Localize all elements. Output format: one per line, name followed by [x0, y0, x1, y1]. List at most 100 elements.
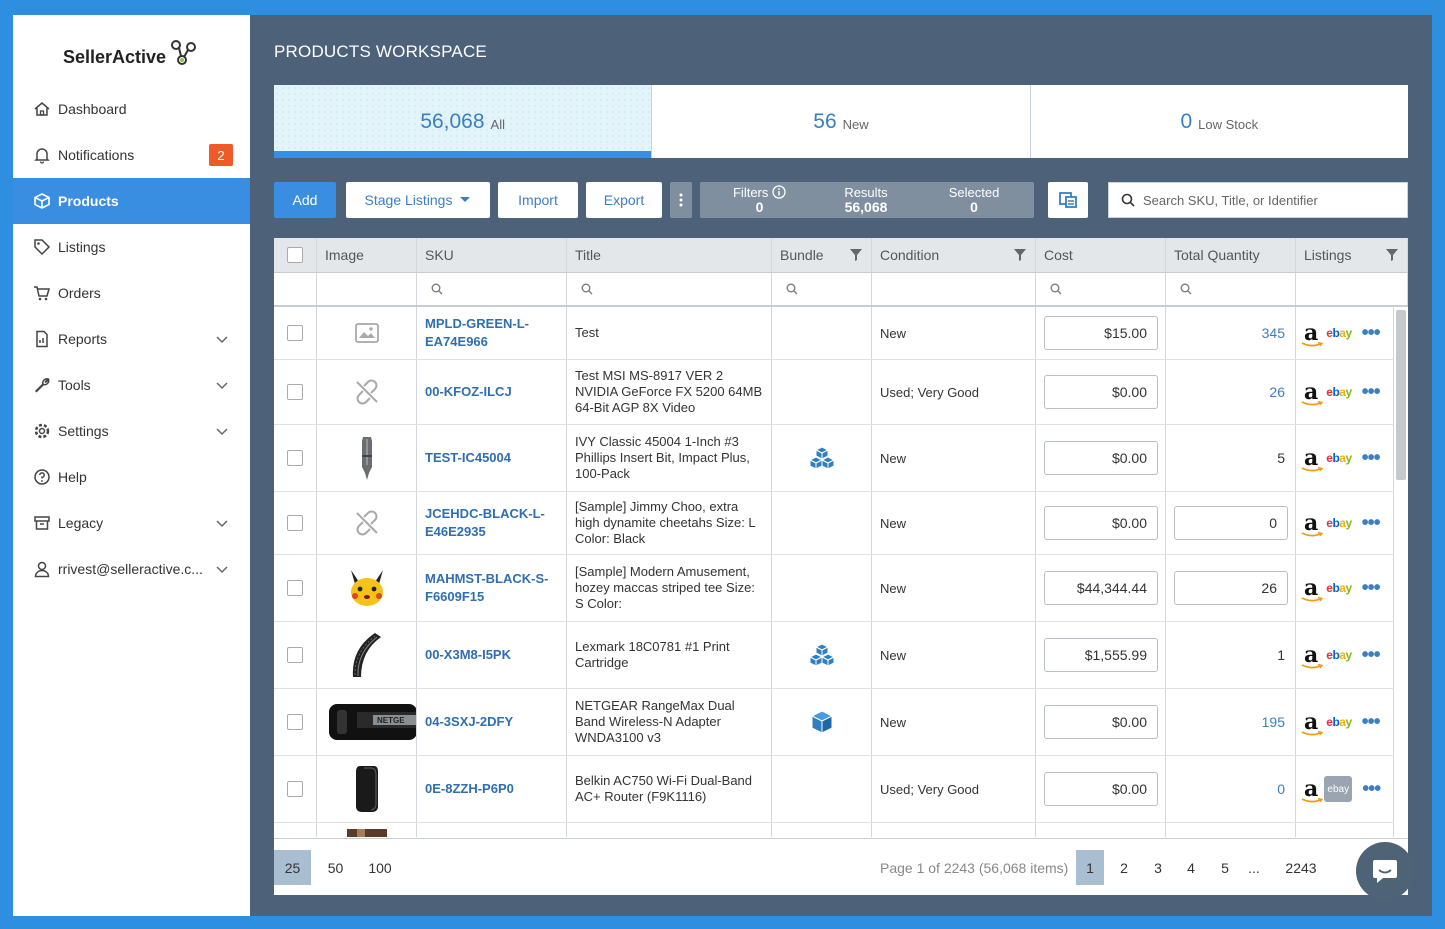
sidebar-item-orders[interactable]: Orders	[13, 270, 250, 316]
quantity-value[interactable]: 345	[1262, 325, 1285, 341]
brand-logo[interactable]: SellerActive	[63, 39, 198, 68]
cost-input[interactable]: $0.00	[1044, 705, 1158, 739]
column-header-image[interactable]: Image	[317, 238, 417, 272]
sku-link[interactable]: 00-KFOZ-ILCJ	[425, 383, 518, 401]
page-size-50[interactable]: 50	[317, 850, 354, 885]
more-actions-button[interactable]	[670, 182, 692, 218]
row-checkbox[interactable]	[287, 647, 303, 663]
filters-summary[interactable]: Filters 0	[722, 185, 797, 215]
cost-input[interactable]: $0.00	[1044, 772, 1158, 806]
table-row[interactable]: 0E-8ZZH-P6P0 Belkin AC750 Wi-Fi Dual-Band…	[274, 756, 1394, 823]
table-row[interactable]: MPLD-GREEN-L-EA74E966 Test New $15.00 345 a eb…	[274, 307, 1394, 360]
amazon-icon[interactable]: a	[1301, 776, 1323, 803]
cost-input[interactable]: $0.00	[1044, 375, 1158, 409]
page-2243[interactable]: 2243	[1279, 850, 1323, 885]
column-header-qty[interactable]: Total Quantity	[1166, 238, 1296, 272]
cost-input[interactable]: $1,555.99	[1044, 638, 1158, 672]
chevron-wrap[interactable]	[216, 561, 228, 577]
ebay-inactive-icon[interactable]: ebay	[1324, 776, 1353, 802]
chevron-wrap[interactable]	[216, 515, 228, 531]
ebay-icon[interactable]: ebay	[1326, 648, 1352, 662]
table-row[interactable]: 00-KFOZ-ILCJ Test MSI MS-8917 VER 2 NVIDI…	[274, 360, 1394, 425]
ebay-icon[interactable]: ebay	[1326, 451, 1352, 465]
row-checkbox[interactable]	[287, 450, 303, 466]
sku-link[interactable]: 0E-8ZZH-P6P0	[425, 780, 520, 798]
sku-link[interactable]: MPLD-GREEN-L-EA74E966	[425, 315, 566, 351]
amazon-icon[interactable]: a	[1301, 510, 1323, 537]
sku-link[interactable]: TEST-IC45004	[425, 449, 517, 467]
row-checkbox[interactable]	[287, 384, 303, 400]
amazon-icon[interactable]: a	[1301, 575, 1323, 602]
row-actions-button[interactable]: •••	[1362, 513, 1381, 533]
product-image[interactable]	[354, 379, 380, 405]
cost-input[interactable]: $0.00	[1044, 506, 1158, 540]
sidebar-item-help[interactable]: Help	[13, 454, 250, 500]
row-actions-button[interactable]: •••	[1362, 712, 1381, 732]
export-button[interactable]: Export	[586, 182, 662, 218]
sidebar-item-rrivest[interactable]: rrivest@selleractive.c...	[13, 546, 250, 592]
row-actions-button[interactable]: •••	[1362, 448, 1381, 468]
column-filter-button[interactable]	[849, 248, 863, 265]
quantity-value[interactable]: 195	[1262, 714, 1285, 730]
amazon-icon[interactable]: a	[1301, 320, 1323, 347]
cost-input[interactable]: $0.00	[1044, 441, 1158, 475]
filter-cell-sku[interactable]	[417, 273, 567, 305]
page-size-25[interactable]: 25	[274, 850, 311, 885]
grid-scrollbar[interactable]	[1396, 310, 1406, 480]
filter-cell-bundle[interactable]	[772, 273, 872, 305]
table-row[interactable]: TEST-IC45004 IVY Classic 45004 1-Inch #3 …	[274, 425, 1394, 492]
product-image[interactable]	[359, 435, 375, 481]
sidebar-item-tools[interactable]: Tools	[13, 362, 250, 408]
product-image[interactable]	[354, 510, 380, 536]
tab-new[interactable]: 56 New	[652, 85, 1031, 158]
tab-low-stock[interactable]: 0 Low Stock	[1030, 85, 1408, 158]
page-1[interactable]: 1	[1076, 850, 1104, 885]
quantity-input[interactable]: 26	[1174, 571, 1288, 605]
column-header-condition[interactable]: Condition	[872, 238, 1036, 272]
sku-link[interactable]: 04-3SXJ-2DFY	[425, 713, 519, 731]
row-checkbox[interactable]	[287, 781, 303, 797]
column-filter-button[interactable]	[1385, 248, 1399, 265]
sidebar-item-reports[interactable]: Reports	[13, 316, 250, 362]
search-input[interactable]	[1143, 192, 1393, 208]
ebay-icon[interactable]: ebay	[1326, 516, 1352, 530]
filter-cell-cost[interactable]	[1036, 273, 1166, 305]
ebay-icon[interactable]: ebay	[1326, 385, 1352, 399]
amazon-icon[interactable]: a	[1301, 379, 1323, 406]
filter-cell-qty[interactable]	[1166, 273, 1296, 305]
column-header-bundle[interactable]: Bundle	[772, 238, 872, 272]
column-filter-button[interactable]	[1013, 248, 1027, 265]
row-actions-button[interactable]: •••	[1362, 779, 1381, 799]
sidebar-item-settings[interactable]: Settings	[13, 408, 250, 454]
column-header-select[interactable]	[274, 238, 317, 272]
stage-listings-button[interactable]: Stage Listings	[346, 182, 490, 218]
table-row[interactable]	[274, 823, 1394, 837]
sku-link[interactable]: 00-X3M8-I5PK	[425, 646, 517, 664]
page-size-100[interactable]: 100	[360, 850, 400, 885]
column-header-listings[interactable]: Listings	[1296, 238, 1408, 272]
row-checkbox[interactable]	[287, 714, 303, 730]
column-header-title[interactable]: Title	[567, 238, 772, 272]
cost-input[interactable]: $15.00	[1044, 316, 1158, 350]
product-image[interactable]: NETGE	[327, 698, 416, 746]
page-4[interactable]: 4	[1176, 850, 1206, 885]
tab-all[interactable]: 56,068 All	[274, 85, 653, 158]
table-row[interactable]: NETGE 04-3SXJ-2DFY NETGEAR RangeMax Dual B…	[274, 689, 1394, 756]
product-image[interactable]	[354, 323, 379, 343]
filter-cell-title[interactable]	[567, 273, 772, 305]
sku-link[interactable]: JCEHDC-BLACK-L-E46E2935	[425, 505, 566, 541]
cost-input[interactable]: $44,344.44	[1044, 571, 1158, 605]
chat-launcher-button[interactable]	[1356, 842, 1414, 900]
sidebar-item-legacy[interactable]: Legacy	[13, 500, 250, 546]
row-actions-button[interactable]: •••	[1362, 578, 1381, 598]
import-button[interactable]: Import	[498, 182, 578, 218]
row-actions-button[interactable]: •••	[1362, 323, 1381, 343]
amazon-icon[interactable]: a	[1301, 709, 1323, 736]
sidebar-item-dashboard[interactable]: Dashboard	[13, 86, 250, 132]
ebay-icon[interactable]: ebay	[1326, 581, 1352, 595]
row-checkbox[interactable]	[287, 580, 303, 596]
row-actions-button[interactable]: •••	[1362, 645, 1381, 665]
product-image[interactable]	[354, 764, 380, 814]
chevron-wrap[interactable]	[216, 423, 228, 439]
page-5[interactable]: 5	[1210, 850, 1240, 885]
